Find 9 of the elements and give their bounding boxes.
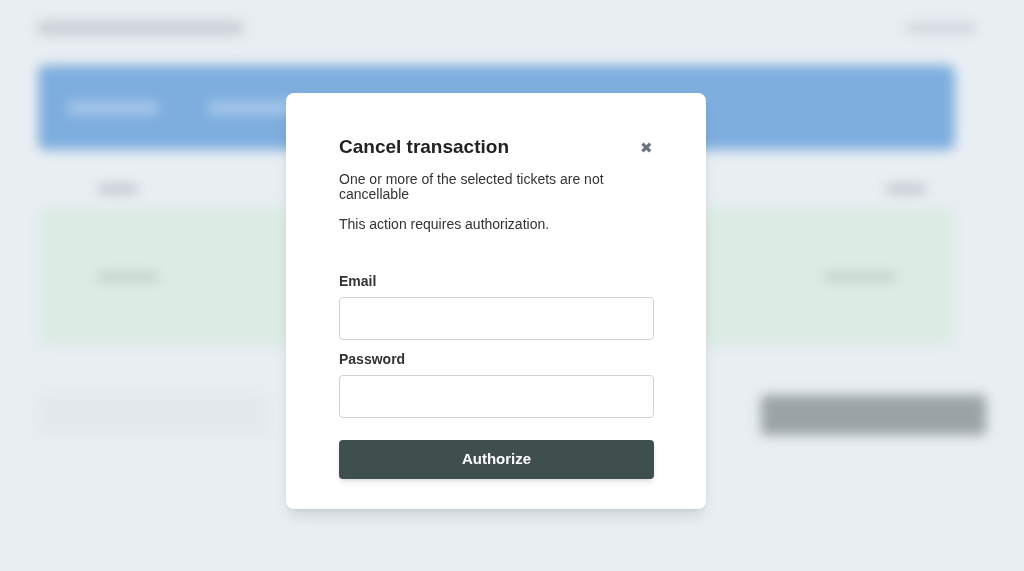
close-button[interactable]: ✖ [640, 139, 653, 155]
authorize-button[interactable]: Authorize [339, 439, 654, 479]
field-label: Email [339, 271, 378, 291]
dialog-message: One or more of the selected tickets are not cancellable [339, 171, 605, 202]
input-field[interactable] [339, 374, 654, 418]
dialog-note: This action requires authorization. [339, 214, 551, 234]
dialog-title: Cancel transaction [339, 135, 509, 159]
input-field[interactable] [339, 296, 654, 340]
field-label: Password [339, 349, 407, 369]
